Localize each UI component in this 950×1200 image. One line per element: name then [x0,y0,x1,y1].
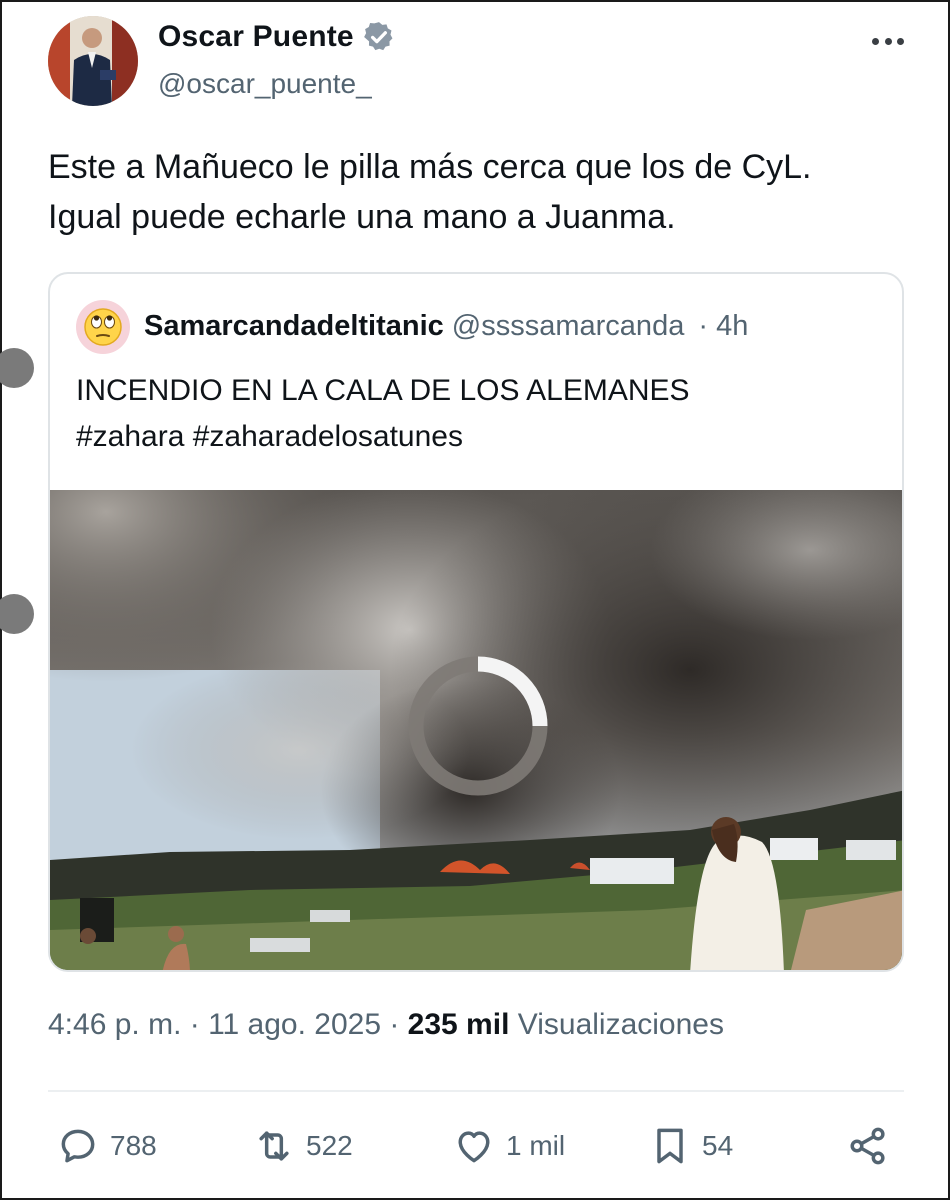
reply-count: 788 [110,1130,157,1161]
tweet-text-line: Igual puede echarle una mano a Juanma. [48,198,676,236]
quoted-time: · 4h [698,310,749,342]
bookmark-icon [657,1128,683,1164]
share-icon [850,1127,885,1165]
bookmark-button[interactable]: 54 [648,1116,733,1176]
author-avatar[interactable] [48,16,138,106]
more-options-icon[interactable] [868,26,908,56]
repost-icon [259,1131,289,1161]
quoted-text-line: INCENDIO EN LA CALA DE LOS ALEMANES [76,374,690,407]
heart-icon [458,1131,490,1163]
views-count: 235 mil [407,1008,510,1041]
like-count: 1 mil [506,1130,566,1161]
reply-icon [61,1129,95,1163]
tweet-text: Este a Mañueco le pilla más cerca que lo… [48,142,918,242]
author-handle[interactable]: @oscar_puente_ [158,68,372,100]
author-name[interactable]: Oscar Puente [158,20,354,54]
like-button[interactable]: 1 mil [452,1116,565,1176]
author-name-row: Oscar Puente [158,20,396,54]
views-label: Visualizaciones [517,1008,724,1041]
tweet-header: Oscar Puente @oscar_puente_ [48,16,908,108]
repost-count: 522 [306,1130,353,1161]
dot [884,37,892,45]
quoted-hashtags[interactable]: #zahara #zaharadelosatunes [76,414,876,460]
action-bar: 788 522 1 mil 54 [56,1116,896,1176]
quoted-author-handle[interactable]: @ssssamarcanda [452,310,685,342]
dot [897,37,904,45]
reply-button[interactable]: 788 [56,1116,157,1176]
wildfire-smoke-video-frame [50,490,902,970]
quoted-tweet-card[interactable]: Samarcandadeltitanic @ssssamarcanda · 4h … [48,272,904,972]
quoted-author-name[interactable]: Samarcandadeltitanic [144,310,444,342]
timestamp[interactable]: 4:46 p. m. · 11 ago. 2025 · [48,1008,399,1041]
bookmark-count: 54 [702,1130,734,1161]
verified-badge-icon [363,22,393,51]
quoted-text: INCENDIO EN LA CALA DE LOS ALEMANES #zah… [76,368,876,460]
quoted-header: Samarcandadeltitanic @ssssamarcanda · 4h [144,310,748,343]
quoted-video[interactable] [50,490,902,970]
tweet-text-line: Este a Mañueco le pilla más cerca que lo… [48,148,812,186]
repost-button[interactable]: 522 [252,1116,353,1176]
divider [48,1090,904,1092]
share-button[interactable] [846,1116,900,1176]
dot [872,37,879,45]
eye-roll-emoji-icon [76,300,130,354]
tweet-meta: 4:46 p. m. · 11 ago. 2025 · 235 mil Visu… [48,1008,724,1042]
